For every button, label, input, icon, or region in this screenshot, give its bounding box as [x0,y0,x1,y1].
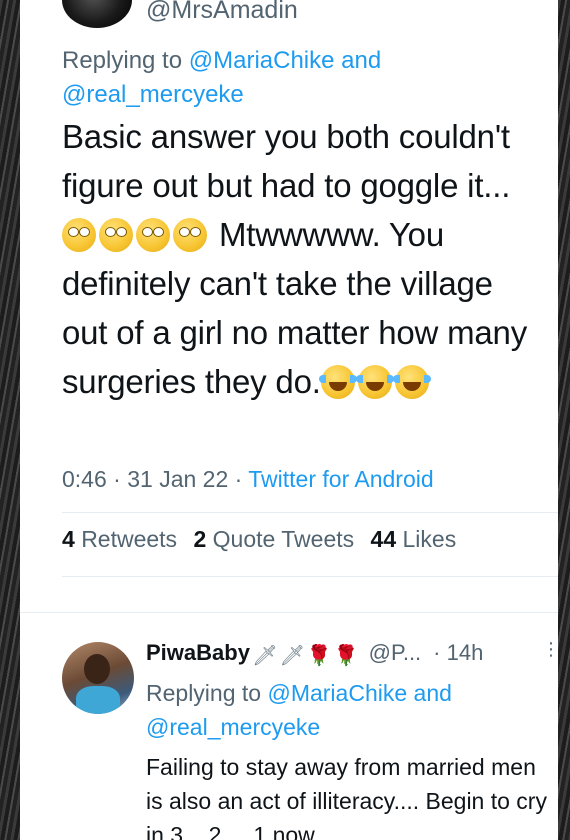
tweet-date[interactable]: 31 Jan 22 [127,466,228,492]
tweet-text-part1: Basic answer you both couldn't figure ou… [62,118,511,204]
right-background-edge [558,0,570,840]
author-avatar[interactable] [62,0,132,28]
quote-tweets-stat[interactable]: 2 Quote Tweets [193,526,354,552]
likes-stat[interactable]: 44 Likes [371,526,457,552]
reply-author-name[interactable]: PiwaBaby [146,640,250,665]
replying-to: Replying to @MariaChike and @real_mercye… [62,44,502,112]
retweets-stat[interactable]: 4 Retweets [62,526,177,552]
mention-real-mercyeke[interactable]: @real_mercyeke [62,81,244,108]
tweet-time[interactable]: 0:46 [62,466,107,492]
left-background-edge [0,0,20,840]
retweets-label: Retweets [81,526,178,552]
dagger-icon: 🗡 [251,645,278,667]
likes-count: 44 [370,526,397,552]
reply-replying-prefix: Replying to [146,680,268,706]
replying-prefix: Replying to [62,47,189,74]
rolling-eyes-emoji-icon [173,218,207,252]
rolling-eyes-emoji-icon [99,218,133,252]
mention-real-mercyeke[interactable]: @real_mercyeke [146,714,320,740]
more-options-icon[interactable]: ⋮ [542,640,558,658]
tweet-source-app[interactable]: Twitter for Android [248,466,433,492]
tears-of-joy-emoji-icon [355,365,394,399]
tweet-timestamp: 0:46 · 31 Jan 22 · Twitter for Android [62,466,434,492]
tweet-body: Basic answer you both couldn't figure ou… [62,112,542,406]
mention-mariachike[interactable]: @MariaChike [267,680,407,706]
dagger-icon: 🗡 [279,645,305,667]
reply-tweet[interactable]: PiwaBaby 🗡 🗡 🌹 🌹 @P... · 14h ⋮ Replying to @M… [20,620,558,840]
rose-icon: 🌹 [306,645,332,667]
tears-of-joy-emoji-icon [318,365,357,399]
reply-author-avatar[interactable] [62,642,134,714]
rolling-eyes-emoji-icon [62,218,96,252]
reply-header: PiwaBaby 🗡 🗡 🌹 🌹 @P... · 14h [146,640,483,668]
reply-time[interactable]: · 14h [433,640,483,665]
retweets-count: 4 [62,526,75,552]
tweet-card: @MrsAmadin Replying to @MariaChike and @… [20,0,558,840]
quotes-count: 2 [193,526,207,552]
engagement-stats: 4 Retweets 2 Quote Tweets 44 Likes [62,526,466,553]
reply-body: Failing to stay away from married men is… [146,754,547,840]
rolling-eyes-emoji-icon [136,218,170,252]
rose-icon: 🌹 [333,645,359,667]
reply-replying-and: and [407,680,452,706]
divider [20,612,558,613]
likes-label: Likes [402,526,457,552]
divider [62,576,558,577]
author-handle[interactable]: @MrsAmadin [146,0,298,25]
divider [62,512,558,513]
mention-mariachike[interactable]: @MariaChike [189,47,335,74]
reply-replying-to: Replying to @MariaChike and @real_mercye… [146,676,546,744]
tears-of-joy-emoji-icon [392,365,431,399]
quotes-label: Quote Tweets [212,526,355,552]
tweet-text-part2: Mtwwwww. You definitely can't take the v… [62,216,527,400]
replying-and: and [334,47,382,74]
reply-author-handle[interactable]: @P... [369,640,422,665]
